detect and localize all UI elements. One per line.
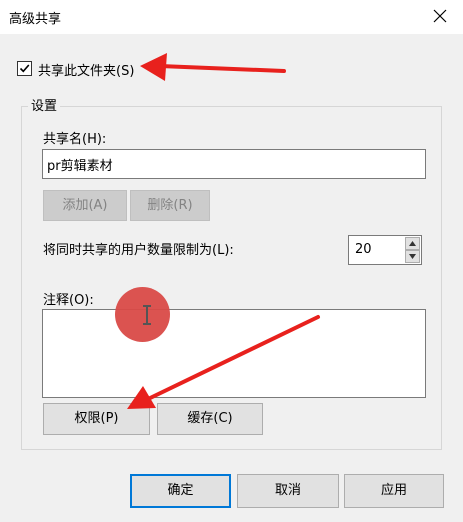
share-name-input[interactable]: pr剪辑素材	[42, 149, 426, 179]
user-limit-value: 20	[355, 242, 372, 257]
increment-button[interactable]	[405, 237, 420, 250]
close-button[interactable]	[417, 0, 463, 32]
window-title: 高级共享	[9, 12, 62, 27]
share-folder-checkbox[interactable]	[17, 61, 32, 76]
arrow-up-icon	[409, 241, 416, 246]
delete-button[interactable]: 删除(R)	[130, 190, 210, 221]
title-bar: 高级共享	[0, 0, 463, 34]
cache-button[interactable]: 缓存(C)	[157, 403, 263, 435]
annotation-arrow-share-icon	[140, 53, 286, 81]
permissions-button[interactable]: 权限(P)	[43, 403, 150, 435]
share-name-value: pr剪辑素材	[47, 159, 113, 174]
comment-textarea[interactable]	[42, 309, 426, 398]
share-folder-label: 共享此文件夹(S)	[38, 64, 135, 79]
arrow-down-icon	[409, 254, 416, 259]
check-icon	[19, 64, 30, 73]
user-limit-stepper[interactable]: 20	[348, 235, 422, 265]
decrement-button[interactable]	[405, 250, 420, 263]
ok-button[interactable]: 确定	[130, 474, 231, 508]
text-cursor-icon	[143, 305, 151, 325]
share-name-label: 共享名(H):	[43, 132, 107, 147]
add-button[interactable]: 添加(A)	[43, 190, 127, 221]
settings-legend: 设置	[28, 95, 61, 114]
apply-button[interactable]: 应用	[344, 474, 444, 508]
comment-label: 注释(O):	[43, 293, 94, 308]
user-limit-label: 将同时共享的用户数量限制为(L):	[43, 243, 234, 258]
cancel-button[interactable]: 取消	[237, 474, 339, 508]
close-icon	[433, 9, 447, 23]
